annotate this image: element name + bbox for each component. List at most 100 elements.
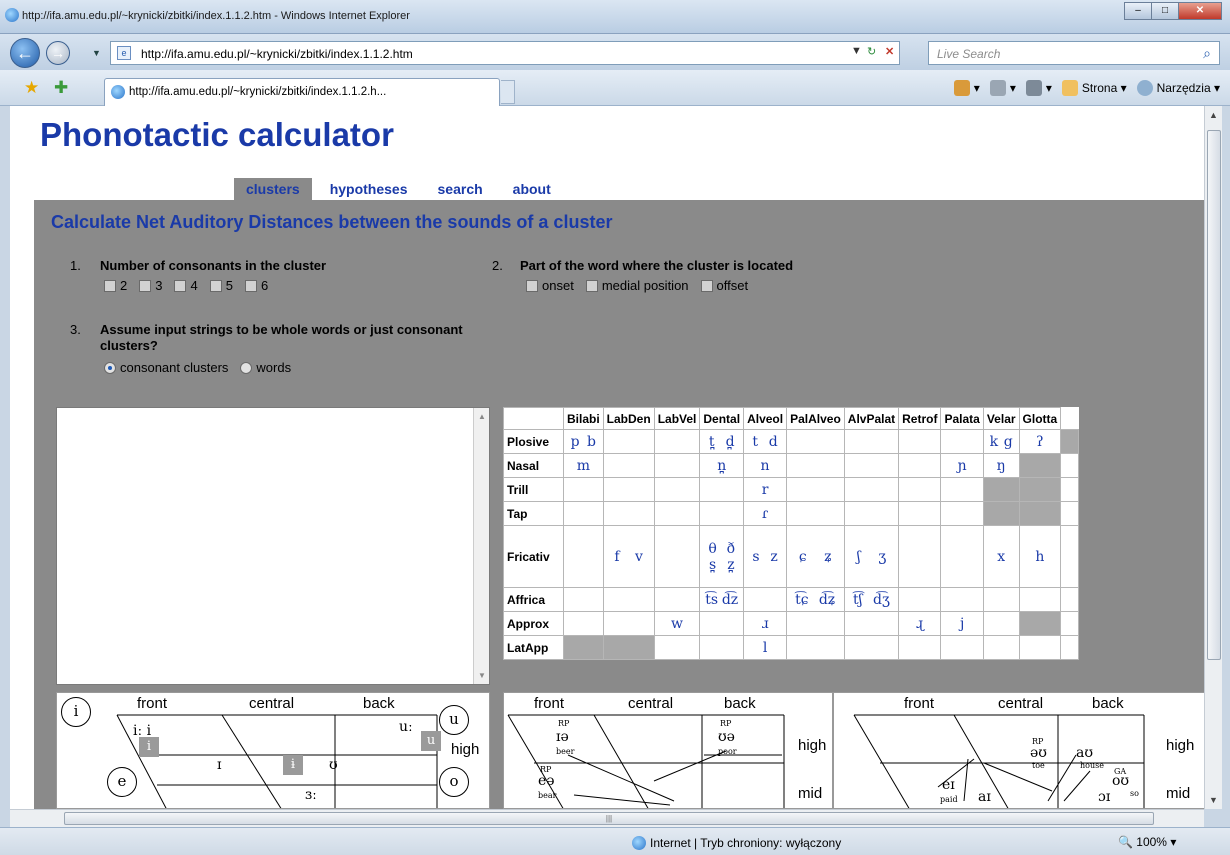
q2-option[interactable]: medial position (585, 278, 689, 293)
url-field[interactable]: e http://ifa.amu.edu.pl/~krynicki/zbitki… (110, 41, 900, 65)
q2-option[interactable]: onset (526, 278, 574, 293)
scroll-up-icon[interactable]: ▲ (1209, 110, 1218, 120)
ipa-cell[interactable]: θ ð s̪ z̪ (699, 525, 745, 588)
history-dropdown-icon[interactable]: ▼ (92, 48, 101, 58)
tab-search[interactable]: search (425, 178, 495, 200)
ipa-symbol[interactable]: t͡ɕ (795, 592, 808, 608)
ipa-cell[interactable]: ɾ (743, 501, 788, 526)
ipa-symbols[interactable]: kg (987, 434, 1016, 450)
ipa-symbol[interactable]: d͡ʑ (819, 592, 836, 608)
ipa-symbol[interactable]: ʑ (824, 549, 832, 565)
ipa-symbol[interactable]: ɻ (916, 616, 924, 632)
ipa-symbol[interactable]: w (671, 616, 683, 632)
vowel-box-i[interactable]: i (139, 737, 159, 757)
cardinal-vowel-e[interactable]: e (107, 767, 137, 797)
ipa-symbol[interactable]: θ (703, 541, 721, 557)
vowel-u-long[interactable]: uː (399, 719, 413, 735)
tools-menu-button[interactable]: Narzędzia ▾ (1136, 80, 1220, 96)
ipa-symbol[interactable]: k (990, 434, 998, 450)
ipa-cell[interactable]: t͡ɕ d͡ʑ (786, 587, 845, 612)
horizontal-scrollbar[interactable]: ||| (10, 809, 1204, 827)
ipa-cell[interactable]: ɕʑ (786, 525, 845, 588)
q3-option[interactable]: consonant clusters (104, 360, 228, 375)
ipa-cell[interactable]: ɲ (940, 453, 984, 478)
forward-button[interactable]: → (46, 41, 70, 65)
scroll-thumb[interactable] (1207, 130, 1221, 660)
ipa-symbols[interactable]: sz (747, 549, 783, 565)
url-dropdown-icon[interactable]: ▼ (851, 45, 862, 57)
maximize-button[interactable]: □ (1151, 2, 1179, 20)
ipa-symbol[interactable]: d̪ (726, 434, 735, 450)
ipa-cell[interactable]: td (743, 429, 788, 454)
ipa-symbol[interactable]: t̪ (709, 434, 715, 450)
ipa-symbols[interactable]: fv (607, 549, 651, 565)
ipa-cell[interactable]: w (653, 611, 701, 636)
ipa-symbols[interactable]: ɕʑ (790, 549, 841, 565)
scroll-up-icon[interactable]: ▲ (478, 412, 486, 421)
ipa-symbol[interactable]: s̪ (703, 557, 721, 573)
ipa-symbols[interactable]: w (658, 616, 697, 632)
diphthong-ou[interactable]: əʊ (1030, 745, 1047, 761)
checkbox[interactable] (700, 279, 713, 292)
ipa-symbol[interactable]: t (752, 434, 758, 450)
ipa-symbols[interactable]: t͡ɕ d͡ʑ (790, 592, 841, 608)
ipa-symbol[interactable]: j (960, 616, 964, 632)
ipa-symbols[interactable]: n (747, 458, 783, 474)
ipa-symbol[interactable]: v (635, 549, 643, 565)
ipa-symbol[interactable]: ɹ (762, 616, 769, 632)
ipa-symbol[interactable]: n̪ (717, 458, 726, 474)
ipa-cell[interactable]: ʔ (1018, 429, 1062, 454)
ipa-symbols[interactable]: n̪ (703, 458, 740, 474)
page-menu-button[interactable]: Strona ▾ (1061, 80, 1127, 96)
ipa-symbol[interactable]: ʒ (878, 549, 886, 565)
ipa-symbols[interactable]: x (987, 549, 1016, 565)
q1-option[interactable]: 5 (209, 278, 233, 293)
home-button[interactable]: ▾ (953, 80, 980, 96)
ipa-symbol[interactable]: ɲ (958, 458, 967, 474)
cardinal-vowel-o[interactable]: o (439, 767, 469, 797)
radio[interactable] (240, 361, 253, 374)
ipa-cell[interactable]: r (743, 477, 788, 502)
ipa-symbol[interactable]: l (763, 640, 767, 656)
tab-clusters[interactable]: clusters (234, 178, 312, 200)
ipa-symbol[interactable]: h (1035, 549, 1044, 565)
search-icon[interactable]: ⌕ (1203, 45, 1211, 62)
diphthong-ei[interactable]: eɪ (942, 777, 955, 793)
ipa-symbol[interactable]: ɾ (762, 506, 768, 522)
tab-about[interactable]: about (500, 178, 563, 200)
ipa-cell[interactable]: m (563, 453, 604, 478)
ipa-symbols[interactable]: h (1023, 549, 1058, 565)
zoom-level[interactable]: 🔍 100% ▾ (1118, 835, 1176, 849)
scroll-down-icon[interactable]: ▼ (1209, 795, 1218, 805)
ipa-symbols[interactable]: r (747, 482, 783, 498)
ipa-cell[interactable]: ɻ (898, 611, 942, 636)
feeds-button[interactable]: ▾ (989, 80, 1016, 96)
q1-option[interactable]: 4 (174, 278, 198, 293)
ipa-cell[interactable]: t̪ d̪ (699, 429, 745, 454)
radio-selected[interactable] (104, 361, 116, 374)
browser-tab[interactable]: http://ifa.amu.edu.pl/~krynicki/zbitki/i… (104, 78, 500, 106)
ipa-symbols[interactable]: ɹ (747, 616, 783, 632)
ipa-symbol[interactable]: r (762, 482, 769, 498)
ipa-cell[interactable]: l (743, 635, 788, 660)
checkbox[interactable] (209, 279, 222, 292)
ipa-symbol[interactable]: m (577, 458, 590, 474)
cluster-input-area[interactable]: ▲ ▼ (56, 407, 490, 685)
diphthong-ua[interactable]: ʊə (718, 729, 735, 745)
ipa-cell[interactable]: sz (743, 525, 788, 588)
ipa-symbols[interactable]: θ ð s̪ z̪ (703, 541, 740, 573)
ipa-symbol[interactable]: d (769, 434, 778, 450)
vertical-scrollbar[interactable]: ▲ ▼ (1204, 106, 1222, 809)
ipa-symbols[interactable]: ɻ (902, 616, 937, 632)
ipa-symbols[interactable]: td (747, 434, 783, 450)
ipa-symbols[interactable]: ɾ (747, 506, 783, 522)
ipa-symbol[interactable]: x (997, 549, 1005, 565)
ipa-cell[interactable]: t͡ʃ d͡ʒ (843, 587, 900, 612)
diphthong-oi[interactable]: ɔɪ (1098, 789, 1110, 805)
q2-option[interactable]: offset (700, 278, 748, 293)
ipa-cell[interactable]: pb (563, 429, 604, 454)
ipa-cell[interactable]: t͡s d͡z (699, 587, 745, 612)
ipa-symbol[interactable]: d͡z (722, 592, 738, 608)
textarea-scrollbar[interactable]: ▲ ▼ (473, 408, 489, 684)
ipa-symbols[interactable]: ʔ (1023, 434, 1058, 450)
